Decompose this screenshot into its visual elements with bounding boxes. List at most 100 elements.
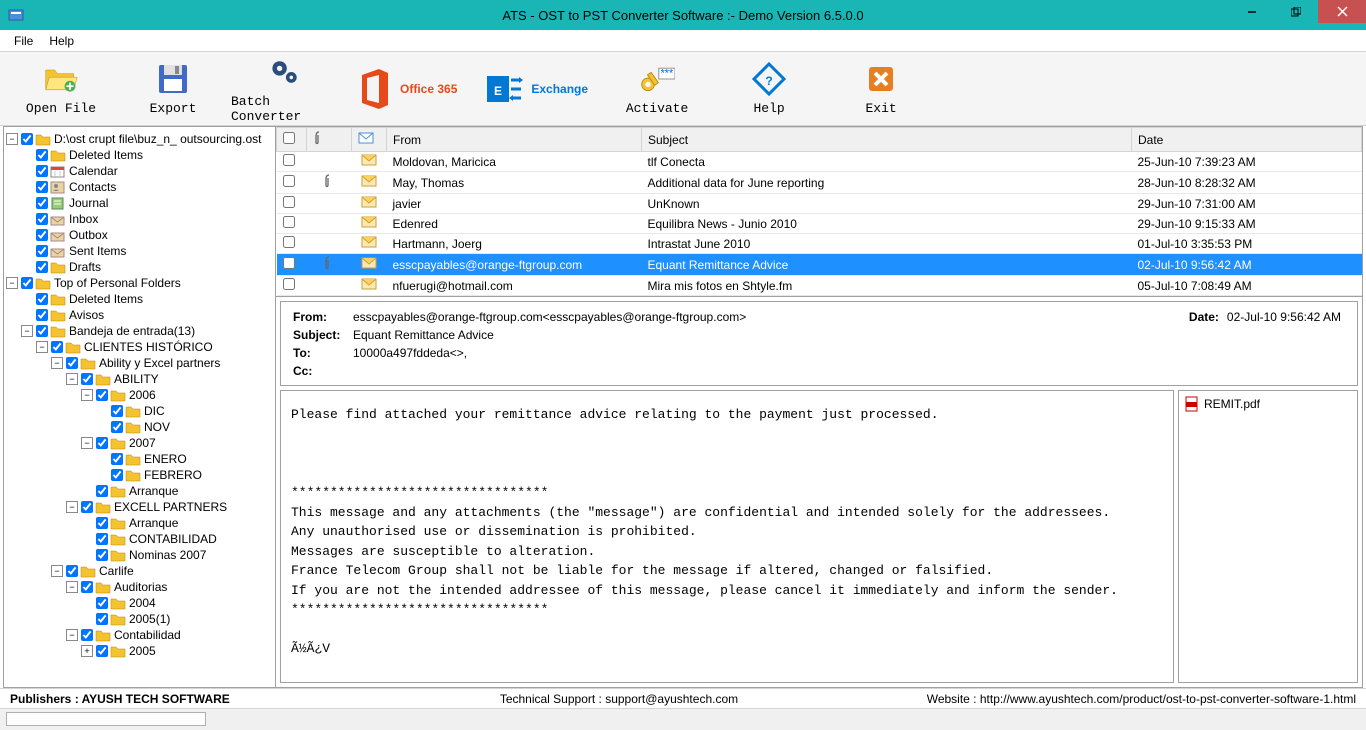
tree-toggle-icon[interactable]: − <box>36 341 48 353</box>
tree-toggle-icon[interactable]: − <box>21 325 33 337</box>
tree-node[interactable]: −Ability y Excel partners <box>6 355 273 371</box>
tree-checkbox[interactable] <box>81 629 93 641</box>
minimize-button[interactable] <box>1230 0 1274 23</box>
tree-node[interactable]: −Contabilidad <box>6 627 273 643</box>
batch-converter-button[interactable]: Batch Converter <box>230 55 340 123</box>
open-file-button[interactable]: Open File <box>6 55 116 123</box>
tree-node[interactable]: Deleted Items <box>6 147 273 163</box>
mail-body[interactable]: Please find attached your remittance adv… <box>280 390 1174 683</box>
tree-checkbox[interactable] <box>111 469 123 481</box>
tree-checkbox[interactable] <box>96 549 108 561</box>
exchange-button[interactable]: E Exchange <box>471 59 600 119</box>
tree-checkbox[interactable] <box>66 357 78 369</box>
mail-row[interactable]: esscpayables@orange-ftgroup.comEquant Re… <box>277 254 1362 276</box>
mail-row[interactable]: nfuerugi@hotmail.comMira mis fotos en Sh… <box>277 276 1362 296</box>
tree-checkbox[interactable] <box>96 645 108 657</box>
tree-checkbox[interactable] <box>111 421 123 433</box>
mail-row-checkbox[interactable] <box>283 175 295 187</box>
date-column[interactable]: Date <box>1132 128 1362 152</box>
tree-checkbox[interactable] <box>96 597 108 609</box>
mail-row[interactable]: Moldovan, Maricicatlf Conecta25-Jun-10 7… <box>277 152 1362 172</box>
tree-checkbox[interactable] <box>81 373 93 385</box>
tree-checkbox[interactable] <box>36 325 48 337</box>
mail-row[interactable]: javierUnKnown29-Jun-10 7:31:00 AM <box>277 194 1362 214</box>
tree-checkbox[interactable] <box>51 341 63 353</box>
attachment-column-icon[interactable] <box>307 128 352 152</box>
tree-checkbox[interactable] <box>81 501 93 513</box>
mail-row[interactable]: EdenredEquilibra News - Junio 201029-Jun… <box>277 214 1362 234</box>
tree-node[interactable]: −ABILITY <box>6 371 273 387</box>
subject-column[interactable]: Subject <box>642 128 1132 152</box>
tree-checkbox[interactable] <box>21 277 33 289</box>
tree-checkbox[interactable] <box>96 613 108 625</box>
from-column[interactable]: From <box>387 128 642 152</box>
tree-node[interactable]: 2005(1) <box>6 611 273 627</box>
menu-file[interactable]: File <box>6 32 41 50</box>
tree-toggle-icon[interactable]: − <box>51 565 63 577</box>
tree-node[interactable]: Calendar <box>6 163 273 179</box>
tree-node[interactable]: Avisos <box>6 307 273 323</box>
attachment-item[interactable]: REMIT.pdf <box>1183 395 1353 413</box>
tree-checkbox[interactable] <box>36 309 48 321</box>
tree-checkbox[interactable] <box>36 197 48 209</box>
activate-button[interactable]: *** Activate <box>602 55 712 123</box>
tree-node[interactable]: −CLIENTES HISTÓRICO <box>6 339 273 355</box>
tree-toggle-icon[interactable]: + <box>81 645 93 657</box>
tree-node[interactable]: Arranque <box>6 483 273 499</box>
tree-node[interactable]: Arranque <box>6 515 273 531</box>
tree-node[interactable]: FEBRERO <box>6 467 273 483</box>
exit-button[interactable]: Exit <box>826 55 936 123</box>
maximize-button[interactable] <box>1274 0 1318 23</box>
tree-checkbox[interactable] <box>36 213 48 225</box>
tree-checkbox[interactable] <box>36 165 48 177</box>
tree-node[interactable]: ENERO <box>6 451 273 467</box>
tree-toggle-icon[interactable]: − <box>6 277 18 289</box>
tree-checkbox[interactable] <box>36 149 48 161</box>
tree-checkbox[interactable] <box>96 533 108 545</box>
tree-node[interactable]: Journal <box>6 195 273 211</box>
tree-toggle-icon[interactable]: − <box>6 133 18 145</box>
tree-checkbox[interactable] <box>111 453 123 465</box>
tree-toggle-icon[interactable]: − <box>66 501 78 513</box>
tree-checkbox[interactable] <box>36 293 48 305</box>
tree-node[interactable]: Deleted Items <box>6 291 273 307</box>
mail-row[interactable]: May, ThomasAdditional data for June repo… <box>277 172 1362 194</box>
tree-checkbox[interactable] <box>21 133 33 145</box>
folder-tree[interactable]: −D:\ost crupt file\buz_n_ outsourcing.os… <box>4 127 276 687</box>
tree-toggle-icon[interactable]: − <box>66 373 78 385</box>
tree-node[interactable]: +2005 <box>6 643 273 659</box>
tree-node[interactable]: Inbox <box>6 211 273 227</box>
tree-toggle-icon[interactable]: − <box>81 437 93 449</box>
tree-checkbox[interactable] <box>96 485 108 497</box>
close-button[interactable] <box>1318 0 1366 23</box>
tree-node[interactable]: Outbox <box>6 227 273 243</box>
tree-checkbox[interactable] <box>111 405 123 417</box>
select-all-checkbox[interactable] <box>283 132 295 144</box>
tree-toggle-icon[interactable]: − <box>81 389 93 401</box>
tree-checkbox[interactable] <box>96 389 108 401</box>
export-button[interactable]: Export <box>118 55 228 123</box>
mail-row-checkbox[interactable] <box>283 278 295 290</box>
tree-node[interactable]: −Bandeja de entrada(13) <box>6 323 273 339</box>
help-button[interactable]: ? Help <box>714 55 824 123</box>
tree-checkbox[interactable] <box>36 245 48 257</box>
tree-node[interactable]: Drafts <box>6 259 273 275</box>
tree-node[interactable]: −2007 <box>6 435 273 451</box>
tree-checkbox[interactable] <box>66 565 78 577</box>
tree-checkbox[interactable] <box>36 261 48 273</box>
tree-node[interactable]: −2006 <box>6 387 273 403</box>
tree-node[interactable]: 2004 <box>6 595 273 611</box>
tree-node[interactable]: −D:\ost crupt file\buz_n_ outsourcing.os… <box>6 131 273 147</box>
tree-toggle-icon[interactable]: − <box>66 629 78 641</box>
tree-node[interactable]: CONTABILIDAD <box>6 531 273 547</box>
tree-checkbox[interactable] <box>36 181 48 193</box>
mail-row-checkbox[interactable] <box>283 196 295 208</box>
tree-node[interactable]: −Carlife <box>6 563 273 579</box>
tree-toggle-icon[interactable]: − <box>51 357 63 369</box>
mail-row-checkbox[interactable] <box>283 257 295 269</box>
tree-node[interactable]: Sent Items <box>6 243 273 259</box>
tree-toggle-icon[interactable]: − <box>66 581 78 593</box>
tree-checkbox[interactable] <box>36 229 48 241</box>
mail-list[interactable]: From Subject Date Moldovan, Maricicatlf … <box>276 127 1362 297</box>
tree-node[interactable]: −Top of Personal Folders <box>6 275 273 291</box>
